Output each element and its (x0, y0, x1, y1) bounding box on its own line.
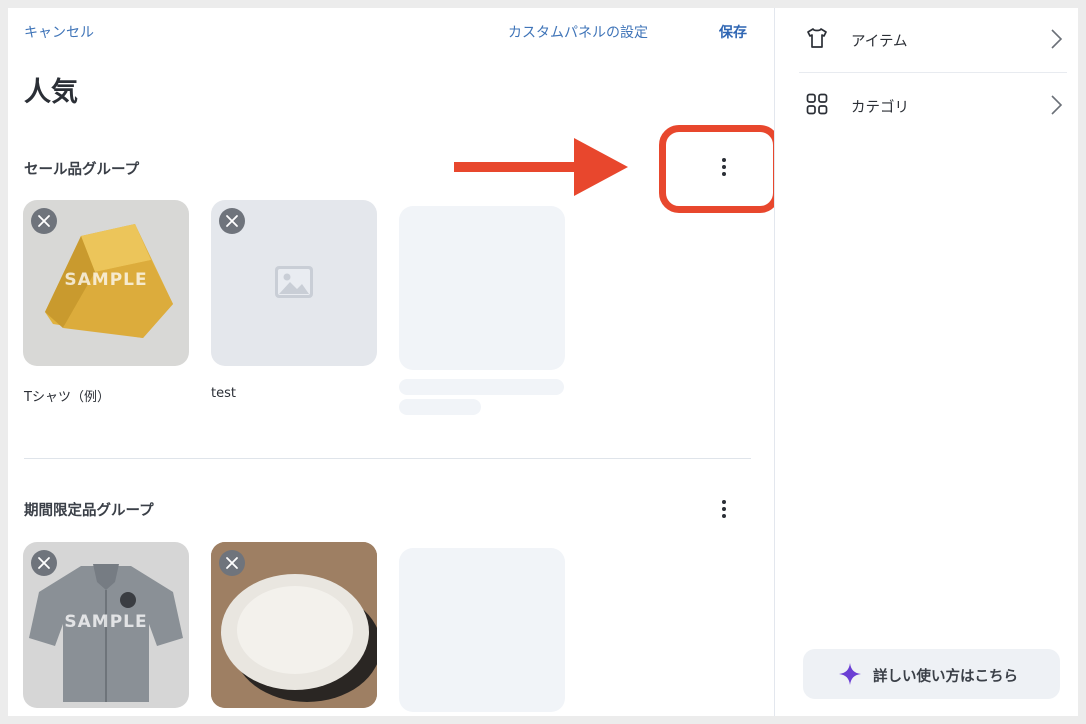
annotation-highlight-box (659, 125, 774, 213)
product-card[interactable]: SAMPLE (23, 542, 189, 708)
sidebar-divider (799, 72, 1067, 73)
sidebar-item-categories[interactable]: カテゴリ (799, 74, 1067, 138)
grid-icon (806, 93, 828, 115)
more-options-icon[interactable] (714, 497, 734, 521)
save-button[interactable]: 保存 (719, 22, 747, 42)
chevron-right-icon (1051, 29, 1063, 49)
sparkle-icon (839, 663, 861, 685)
sample-watermark: SAMPLE (64, 270, 148, 290)
skeleton-line (399, 379, 564, 395)
group-title: 期間限定品グループ (24, 503, 154, 519)
remove-item-button[interactable] (31, 550, 57, 576)
help-guide-button[interactable]: 詳しい使い方はこちら (803, 649, 1060, 699)
custom-panel-settings-link[interactable]: カスタムパネルの設定 (508, 22, 648, 42)
skeleton-line (399, 399, 481, 415)
sidebar-item-label: アイテム (851, 34, 908, 50)
group-title: セール品グループ (24, 162, 140, 178)
group-divider (24, 458, 751, 459)
sample-watermark: SAMPLE (64, 612, 148, 632)
group-editor: キャンセル カスタムパネルの設定 保存 人気 セール品グループ SAMPLE T… (8, 8, 774, 716)
tshirt-icon (807, 28, 827, 48)
add-content-sidebar: アイテム カテゴリ 詳しい使い方はこちら (775, 8, 1078, 716)
sidebar-item-items[interactable]: アイテム (799, 8, 1067, 72)
item-label: test (211, 386, 236, 401)
help-guide-label: 詳しい使い方はこちら (873, 669, 1018, 685)
chevron-right-icon (1051, 95, 1063, 115)
page-title: 人気 (24, 77, 78, 108)
sidebar-item-label: カテゴリ (851, 100, 909, 116)
empty-slot-placeholder (399, 548, 565, 712)
product-card[interactable] (211, 542, 377, 708)
empty-slot-placeholder (399, 206, 565, 370)
remove-item-button[interactable] (219, 208, 245, 234)
product-card[interactable]: SAMPLE (23, 200, 189, 366)
image-placeholder-icon (275, 266, 313, 298)
cancel-button[interactable]: キャンセル (24, 22, 94, 42)
annotation-arrow-icon (454, 138, 628, 196)
product-card[interactable] (211, 200, 377, 366)
remove-item-button[interactable] (219, 550, 245, 576)
app-frame: キャンセル カスタムパネルの設定 保存 人気 セール品グループ SAMPLE T… (8, 8, 1078, 716)
remove-item-button[interactable] (31, 208, 57, 234)
item-label: Tシャツ（例） (24, 390, 110, 405)
